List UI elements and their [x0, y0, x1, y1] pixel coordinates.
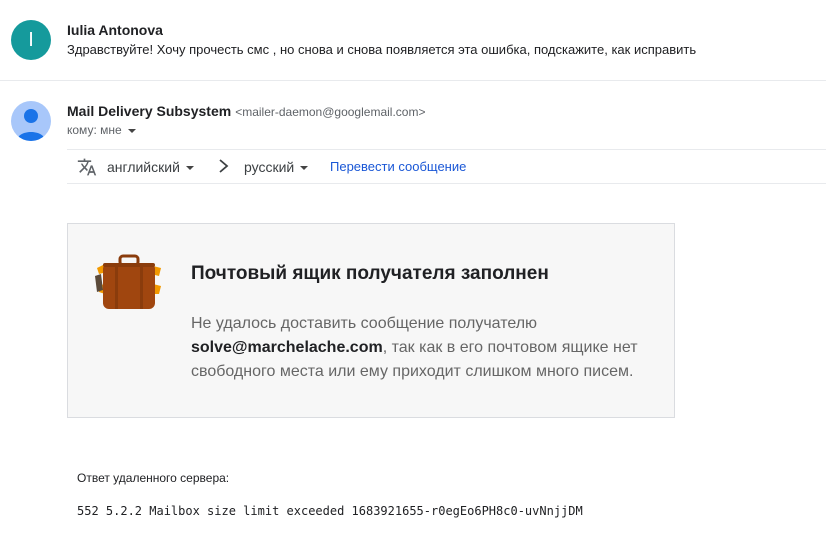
- briefcase-icon: [95, 254, 161, 309]
- recipient-address: solve@marchelache.com: [191, 339, 383, 356]
- translate-icon: [77, 158, 97, 176]
- avatar[interactable]: [11, 101, 51, 141]
- translate-message-link[interactable]: Перевести сообщение: [330, 159, 466, 174]
- translate-bar: английский русский Перевести сообщение: [67, 149, 826, 184]
- card-body: Не удалось доставить сообщение получател…: [191, 315, 638, 380]
- remote-server-response: 552 5.2.2 Mailbox size limit exceeded 16…: [77, 504, 583, 518]
- chevron-right-icon: [219, 159, 229, 173]
- message-snippet[interactable]: Здравствуйте! Хочу прочесть смс , но сно…: [67, 42, 696, 57]
- sender-name[interactable]: Iulia Antonova: [67, 22, 163, 38]
- recipients-dropdown[interactable]: кому: мне: [67, 123, 136, 137]
- remote-server-label: Ответ удаленного сервера:: [77, 471, 230, 485]
- caret-down-icon: [300, 166, 309, 171]
- caret-down-icon: [185, 166, 194, 171]
- caret-down-icon[interactable]: [127, 128, 136, 133]
- source-language-select[interactable]: английский: [107, 159, 194, 175]
- person-icon: [17, 109, 45, 141]
- sender-line: Mail Delivery Subsystem <mailer-daemon@go…: [67, 103, 425, 119]
- delivery-failure-card: Почтовый ящик получателя заполнен Не уда…: [67, 223, 675, 418]
- message-header-1[interactable]: I Iulia Antonova Здравствуйте! Хочу проч…: [0, 0, 826, 81]
- to-label: кому: мне: [67, 123, 122, 137]
- avatar[interactable]: I: [11, 20, 51, 60]
- sender-name[interactable]: Mail Delivery Subsystem: [67, 103, 231, 119]
- target-language-select[interactable]: русский: [244, 159, 309, 175]
- sender-email: <mailer-daemon@googlemail.com>: [235, 105, 426, 119]
- card-title: Почтовый ящик получателя заполнен: [191, 263, 549, 284]
